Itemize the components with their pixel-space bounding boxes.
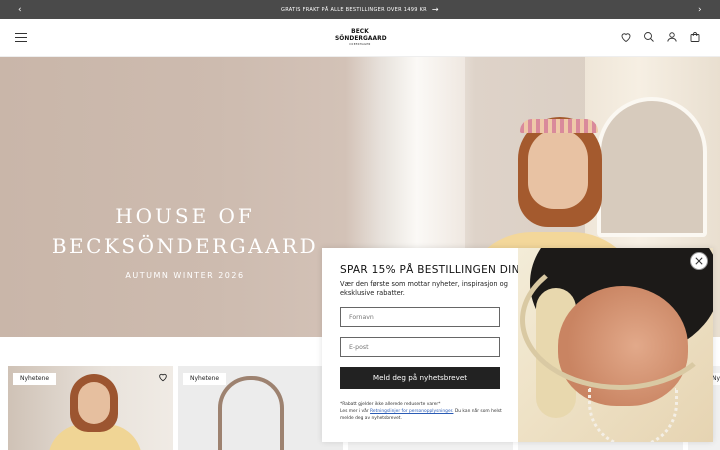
search-icon[interactable] — [642, 30, 656, 44]
menu-icon[interactable] — [15, 33, 27, 43]
cart-icon[interactable] — [688, 30, 702, 44]
photo-hat-brim — [520, 250, 713, 390]
product-card[interactable]: Nyhetene — [8, 366, 173, 450]
wishlist-heart-icon[interactable] — [157, 371, 169, 383]
site-header: BECK SÖNDERGAARD COPENHAGEN — [0, 19, 720, 57]
brand-logo[interactable]: BECK SÖNDERGAARD COPENHAGEN — [335, 28, 387, 47]
chevron-right-icon[interactable]: › — [691, 0, 709, 19]
popup-description: Vær den første som mottar nyheter, inspi… — [340, 280, 508, 297]
photo-pearls — [588, 388, 678, 442]
logo-line-2: SÖNDERGAARD — [335, 34, 387, 42]
new-badge: Nyhetene — [183, 373, 227, 385]
product-card[interactable]: Nyhetene — [178, 366, 343, 450]
hero-title-line-2: BECKSÖNDERGAARD — [51, 234, 319, 258]
privacy-text-before: Les mer i vår — [340, 409, 371, 415]
announcement-text[interactable]: GRATIS FRAKT PÅ ALLE BESTILLINGER OVER 1… — [281, 7, 427, 13]
hero-model-headband — [520, 119, 598, 133]
hero-text: HOUSE OF BECKSÖNDERGAARD AUTUMN WINTER 2… — [0, 201, 370, 280]
popup-photo — [518, 248, 713, 442]
first-name-field[interactable] — [340, 307, 500, 327]
privacy-policy-link[interactable]: Retningslinjer for personopplysninger. — [370, 409, 453, 414]
discount-note: *Rabatt gjelder ikke allerede reduserte … — [340, 402, 441, 407]
close-icon[interactable] — [690, 252, 708, 270]
new-badge: Nyhetene — [13, 373, 57, 385]
announcement-bar: ‹ GRATIS FRAKT PÅ ALLE BESTILLINGER OVER… — [0, 0, 720, 19]
arrow-right-icon[interactable]: → — [432, 5, 439, 14]
header-icons — [619, 30, 702, 44]
hero-title-line-1: HOUSE OF — [115, 204, 255, 228]
chevron-left-icon[interactable]: ‹ — [11, 0, 29, 19]
product-image — [218, 376, 284, 450]
email-field[interactable] — [340, 337, 500, 357]
logo-sub: COPENHAGEN — [349, 43, 371, 46]
hero-subtitle: AUTUMN WINTER 2026 — [125, 271, 245, 280]
subscribe-button[interactable]: Meld deg på nyhetsbrevet — [340, 367, 500, 389]
newsletter-form: SPAR 15% PÅ BESTILLINGEN DIN Vær den før… — [340, 264, 520, 297]
hero-model-face — [528, 129, 588, 209]
popup-title: SPAR 15% PÅ BESTILLINGEN DIN — [340, 264, 520, 276]
popup-fine-print: *Rabatt gjelder ikke allerede reduserte … — [340, 401, 510, 423]
product-image-face — [78, 382, 110, 424]
account-icon[interactable] — [665, 30, 679, 44]
heart-icon[interactable] — [619, 30, 633, 44]
privacy-note: Les mer i vår Retningslinjer for persono… — [340, 408, 510, 422]
newsletter-popup: SPAR 15% PÅ BESTILLINGEN DIN Vær den før… — [322, 248, 713, 442]
